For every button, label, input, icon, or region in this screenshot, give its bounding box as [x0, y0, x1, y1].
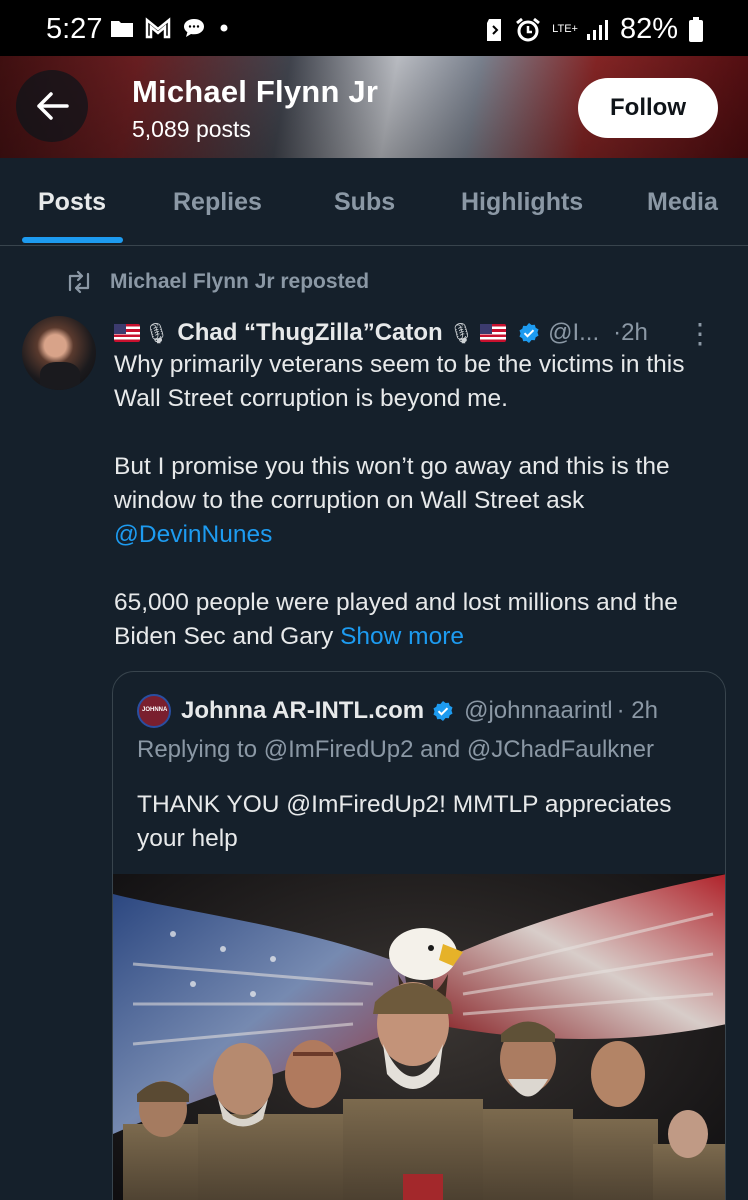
tweet-body[interactable]: Why primarily veterans seem to be the vi… — [114, 348, 734, 654]
quoted-tweet[interactable]: JOHNNA Johnna AR-INTL.com @johnnaarintl … — [112, 671, 726, 1200]
quoted-tweet-header: JOHNNA Johnna AR-INTL.com @johnnaarintl … — [137, 694, 658, 728]
author-handle[interactable]: @I... — [548, 319, 599, 347]
tab-highlights[interactable]: Highlights — [461, 188, 583, 217]
quoted-author-name: Johnna AR-INTL.com — [181, 697, 425, 724]
profile-header: Michael Flynn Jr 5,089 posts Follow — [0, 56, 748, 158]
tweet-time[interactable]: ·2h — [613, 319, 648, 347]
posts-count: 5,089 posts — [132, 116, 251, 142]
tab-media[interactable]: Media — [647, 188, 718, 217]
profile-tabs: Posts Replies Subs Highlights Media — [0, 158, 748, 246]
author-avatar[interactable] — [22, 316, 96, 390]
network-type: LTE+ — [552, 23, 578, 35]
dot-icon — [220, 24, 228, 32]
tweet-text: But I promise you this won’t go away and… — [114, 453, 670, 514]
author-name[interactable]: Chad “ThugZilla”Caton — [177, 319, 442, 347]
us-flag-icon — [480, 324, 507, 342]
tweet-header: 🎙 Chad “ThugZilla”Caton 🎙 @I... ·2h ⋮ — [114, 317, 730, 349]
active-tab-indicator — [22, 237, 123, 243]
repost-icon — [68, 270, 90, 294]
follow-button[interactable]: Follow — [578, 78, 718, 138]
verified-badge-icon — [433, 701, 453, 721]
us-flag-icon — [114, 324, 140, 342]
back-button[interactable] — [16, 70, 88, 142]
arrow-left-icon — [37, 92, 69, 120]
status-bar: 5:27 LTE+ 82% — [0, 0, 748, 56]
verified-badge-icon — [519, 323, 539, 343]
quoted-tweet-text: THANK YOU @ImFiredUp2! MMTLP appreciates… — [137, 791, 672, 852]
eagle-veterans-image — [113, 874, 725, 1200]
status-time: 5:27 — [46, 13, 103, 45]
profile-name: Michael Flynn Jr — [132, 74, 379, 109]
microphone-icon: 🎙 — [144, 322, 170, 345]
alarm-icon — [516, 17, 541, 41]
signal-icon — [586, 19, 608, 40]
gmail-icon — [145, 17, 171, 39]
repost-indicator[interactable]: Michael Flynn Jr reposted — [64, 270, 369, 294]
tweet-paragraph: Why primarily veterans seem to be the vi… — [114, 351, 685, 412]
repost-label: Michael Flynn Jr reposted — [110, 270, 370, 293]
tab-posts[interactable]: Posts — [38, 188, 106, 217]
battery-icon — [689, 16, 703, 42]
battery-percent: 82% — [619, 13, 678, 45]
quoted-tweet-image[interactable] — [113, 874, 725, 1200]
chat-icon — [184, 19, 204, 37]
gallery-icon — [111, 21, 133, 37]
tab-subs[interactable]: Subs — [334, 188, 395, 217]
quoted-author-handle: @johnnaarintl — [464, 697, 613, 724]
notification-icons — [110, 17, 231, 39]
mention-link[interactable]: @DevinNunes — [114, 521, 272, 548]
tab-replies[interactable]: Replies — [173, 188, 262, 217]
quoted-author-avatar: JOHNNA — [137, 694, 171, 728]
quoted-tweet-time: · 2h — [616, 697, 658, 724]
show-more-link[interactable]: Show more — [340, 623, 464, 650]
replying-to: Replying to @ImFiredUp2 and @JChadFaulkn… — [137, 736, 654, 763]
microphone-icon: 🎙 — [448, 322, 475, 345]
tweet-paragraph: But I promise you this won’t go away and… — [114, 450, 734, 552]
sd-card-icon — [487, 18, 502, 41]
tweet-paragraph: 65,000 people were played and lost milli… — [114, 586, 734, 654]
more-options-icon[interactable]: ⋮ — [686, 317, 714, 350]
